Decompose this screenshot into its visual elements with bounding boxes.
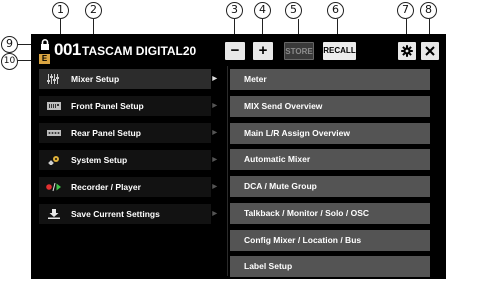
menu-item-label: Front Panel Setup	[71, 101, 144, 111]
menu-item-system-setup[interactable]: System Setup ▶	[39, 150, 217, 170]
chevron-right-icon: ▶	[212, 130, 217, 136]
callout-3: 3	[226, 2, 243, 19]
close-icon	[425, 46, 435, 56]
submenu-item-automatic-mixer[interactable]: Automatic Mixer	[230, 149, 430, 170]
callout-9: 9	[1, 36, 18, 53]
gear-button[interactable]	[398, 42, 416, 60]
menu-item-label: System Setup	[71, 155, 128, 165]
callout-1: 1	[52, 2, 69, 19]
menu-divider	[227, 66, 228, 276]
chevron-right-icon: ▶	[212, 157, 217, 163]
store-button[interactable]: STORE	[284, 42, 314, 60]
scene-minus-button[interactable]: −	[225, 42, 245, 60]
lock-icon	[40, 39, 50, 50]
chevron-right-icon: ▶	[212, 211, 217, 217]
close-button[interactable]	[421, 42, 439, 60]
system-gear-icon	[48, 156, 59, 165]
menu-item-label: Mixer Setup	[71, 74, 120, 84]
submenu-item-dca-mute-group[interactable]: DCA / Mute Group	[230, 176, 430, 197]
device-screen: E 001 TASCAM DIGITAL20 − + STORE RECALL	[31, 34, 446, 279]
mixer-faders-icon	[47, 74, 59, 84]
submenu-item-mix-send-overview[interactable]: MIX Send Overview	[230, 96, 430, 117]
menu-item-front-panel-setup[interactable]: Front Panel Setup ▶	[39, 96, 217, 116]
menu-item-mixer-setup[interactable]: Mixer Setup ▶	[39, 69, 217, 89]
menu-item-label: Rear Panel Setup	[71, 128, 141, 138]
callout-10: 10	[1, 53, 18, 70]
menu-item-recorder-player[interactable]: Recorder / Player ▶	[39, 177, 217, 197]
menu-item-label: Save Current Settings	[71, 209, 160, 219]
chevron-right-icon: ▶	[212, 76, 217, 82]
callout-7: 7	[397, 2, 414, 19]
submenu-item-label-setup[interactable]: Label Setup	[230, 256, 430, 277]
front-panel-icon	[47, 102, 61, 110]
scene-number: 001	[54, 40, 81, 59]
callout-6: 6	[327, 2, 344, 19]
menu-item-label: Recorder / Player	[71, 182, 141, 192]
submenu-item-config-mixer-location-bus[interactable]: Config Mixer / Location / Bus	[230, 230, 430, 251]
record-play-icon	[46, 182, 61, 192]
recall-button[interactable]: RECALL	[323, 42, 356, 60]
scene-plus-button[interactable]: +	[253, 42, 273, 60]
rear-panel-icon	[47, 130, 61, 136]
callout-4: 4	[254, 2, 271, 19]
menu-item-save-current-settings[interactable]: Save Current Settings ▶	[39, 204, 217, 224]
submenu-item-talkback-monitor-solo-osc[interactable]: Talkback / Monitor / Solo / OSC	[230, 203, 430, 224]
menu-item-rear-panel-setup[interactable]: Rear Panel Setup ▶	[39, 123, 217, 143]
submenu-item-main-lr-assign-overview[interactable]: Main L/R Assign Overview	[230, 123, 430, 144]
callout-2: 2	[85, 2, 102, 19]
save-download-icon	[48, 209, 60, 219]
callout-5: 5	[285, 2, 302, 19]
submenu-item-meter[interactable]: Meter	[230, 69, 430, 90]
gear-icon	[401, 45, 413, 57]
e-badge: E	[39, 54, 50, 64]
callout-8: 8	[420, 2, 437, 19]
chevron-right-icon: ▶	[212, 103, 217, 109]
chevron-right-icon: ▶	[212, 184, 217, 190]
